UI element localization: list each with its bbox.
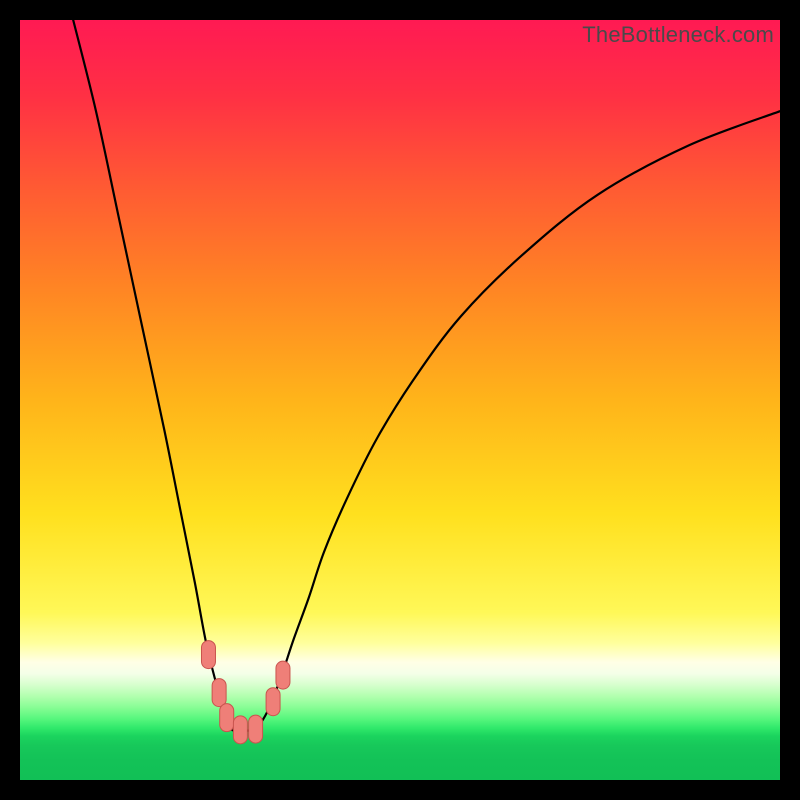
- bottleneck-chart: [20, 20, 780, 780]
- chart-frame: TheBottleneck.com: [20, 20, 780, 780]
- curve-marker: [212, 679, 226, 707]
- curve-marker: [220, 704, 234, 732]
- curve-marker: [266, 688, 280, 716]
- curve-marker: [249, 715, 263, 743]
- curve-marker: [276, 661, 290, 689]
- curve-marker: [233, 716, 247, 744]
- watermark-text: TheBottleneck.com: [582, 22, 774, 48]
- curve-marker: [201, 641, 215, 669]
